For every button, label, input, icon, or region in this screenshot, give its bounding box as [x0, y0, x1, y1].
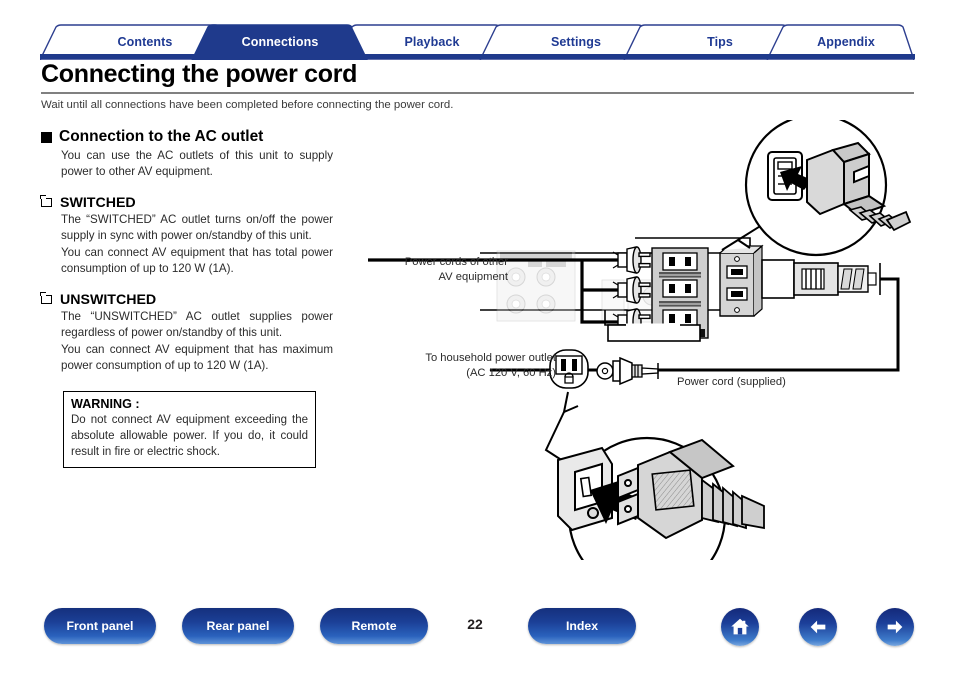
- heading-label: UNSWITCHED: [60, 291, 157, 308]
- tab-label: Appendix: [817, 35, 875, 49]
- section-heading-ac-outlet: Connection to the AC outlet: [41, 128, 333, 146]
- callout-wall-outlet: [544, 391, 765, 560]
- left-text-column: Connection to the AC outlet You can use …: [40, 128, 333, 468]
- section-heading-switched: SWITCHED: [40, 194, 333, 211]
- button-label: Index: [565, 619, 599, 633]
- paragraph: The “SWITCHED” AC outlet turns on/off th…: [61, 212, 333, 276]
- paragraph: You can use the AC outlets of this unit …: [61, 149, 333, 179]
- button-label: Front panel: [66, 619, 134, 633]
- heading-label: SWITCHED: [60, 194, 136, 211]
- front-panel-button[interactable]: Front panel: [44, 608, 156, 644]
- section-heading-unswitched: UNSWITCHED: [40, 291, 333, 308]
- label-power-cords-other-equipment: Power cords of other AV equipment: [404, 256, 508, 283]
- paragraph: The “UNSWITCHED” AC outlet supplies powe…: [61, 309, 333, 373]
- next-page-button[interactable]: [876, 608, 914, 646]
- tab-label: Settings: [550, 35, 602, 49]
- callout-iec-inlet: [721, 120, 912, 257]
- home-icon: [731, 618, 749, 635]
- page-number: 22: [467, 616, 483, 632]
- wiring-diagram: Power cords of other AV equipment To hou…: [350, 120, 930, 560]
- label-household-power-outlet: To household power outlet (AC 120 V, 60 …: [425, 352, 556, 379]
- section-body-unswitched: The “UNSWITCHED” AC outlet supplies powe…: [61, 309, 333, 375]
- home-button[interactable]: [721, 608, 759, 646]
- rear-panel-button[interactable]: Rear panel: [182, 608, 294, 644]
- page-title: Connecting the power cord: [41, 60, 358, 88]
- title-divider: [41, 92, 914, 94]
- tab-label: Tips: [707, 35, 733, 49]
- button-label: Remote: [351, 619, 397, 633]
- wiring-diagram-graphic: [368, 120, 912, 560]
- checkbox-bullet-icon: [40, 195, 52, 208]
- section-body-switched: The “SWITCHED” AC outlet turns on/off th…: [61, 212, 333, 278]
- button-label: Rear panel: [206, 619, 270, 633]
- arrow-left-icon: [810, 620, 826, 634]
- tab-bar-underline: [40, 54, 915, 59]
- footer-navigation: Front panel Rear panel Remote 22 Index: [0, 608, 954, 653]
- iec-plug-connector: [761, 259, 881, 299]
- warning-box: WARNING : Do not connect AV equipment ex…: [63, 390, 316, 468]
- household-ac-plug: [596, 356, 659, 386]
- label-power-cord-supplied: Power cord (supplied): [677, 376, 786, 388]
- section-body-ac-outlet: You can use the AC outlets of this unit …: [61, 148, 333, 181]
- tab-label: Connections: [241, 35, 319, 49]
- square-bullet-icon: [41, 131, 52, 143]
- warning-text: Do not connect AV equipment exceeding th…: [71, 413, 308, 459]
- tab-label: Contents: [117, 35, 173, 49]
- index-button[interactable]: Index: [528, 608, 636, 644]
- arrow-right-icon: [887, 620, 903, 634]
- iec-power-inlet: [719, 244, 764, 317]
- warning-title: WARNING :: [71, 396, 140, 411]
- checkbox-bullet-icon: [40, 292, 52, 305]
- previous-page-button[interactable]: [799, 608, 837, 646]
- heading-label: Connection to the AC outlet: [59, 128, 264, 145]
- tab-label: Playback: [404, 35, 460, 49]
- remote-button[interactable]: Remote: [320, 608, 428, 644]
- manual-page: Contents Connections Playback Settings T…: [0, 0, 954, 673]
- page-intro-text: Wait until all connections have been com…: [41, 99, 454, 111]
